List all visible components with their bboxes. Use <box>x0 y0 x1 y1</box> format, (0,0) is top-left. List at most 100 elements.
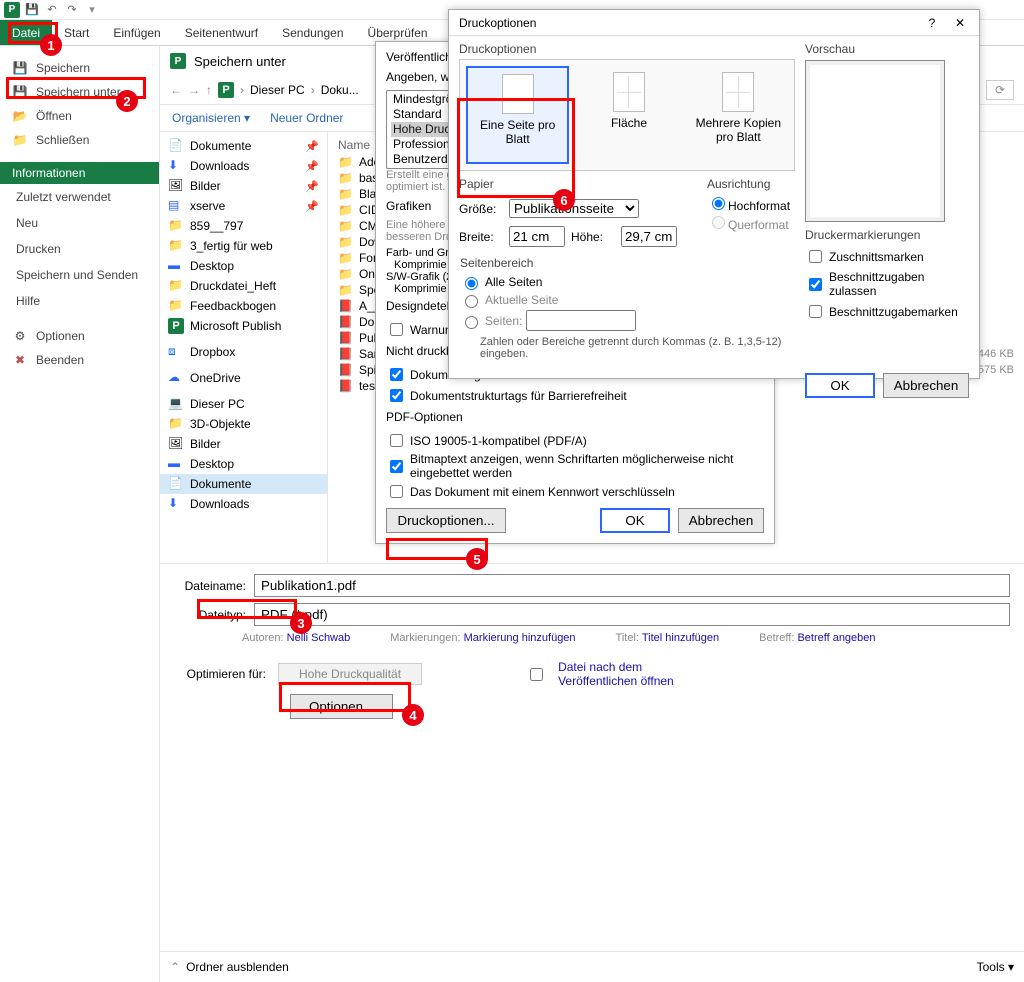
qa-item[interactable]: ▬Desktop <box>160 454 327 474</box>
encrypt-checkbox[interactable] <box>390 485 403 498</box>
qa-item[interactable]: 🖼Bilder <box>160 434 327 454</box>
tab-datei[interactable]: Datei <box>0 20 52 45</box>
qat-dropdown-icon[interactable]: ▾ <box>84 2 100 18</box>
tools-menu[interactable]: Tools ▾ <box>977 960 1014 974</box>
portrait-radio[interactable] <box>712 197 725 210</box>
qa-item[interactable]: 📄Dokumente <box>160 474 327 494</box>
qa-item[interactable]: 📁859__797 <box>160 216 327 236</box>
cancel-button[interactable]: Abbrechen <box>883 373 969 398</box>
author-link[interactable]: Nelli Schwab <box>287 632 351 644</box>
saveas-icon: 💾 <box>12 84 28 100</box>
exit-icon: ✖ <box>12 352 28 368</box>
pages-input[interactable] <box>526 310 636 331</box>
fm-drucken[interactable]: Drucken <box>0 236 159 262</box>
undo-icon[interactable]: ↶ <box>44 2 60 18</box>
fm-senden[interactable]: Speichern und Senden <box>0 262 159 288</box>
qa-item[interactable]: ⬇Downloads📌 <box>160 156 327 176</box>
qa-item[interactable]: ☁OneDrive <box>160 368 327 388</box>
fm-schliessen[interactable]: 📁Schließen <box>0 128 159 152</box>
crumb-folder[interactable]: Doku... <box>321 83 359 97</box>
fm-speichern-unter[interactable]: 💾Speichern unter <box>0 80 159 104</box>
all-pages-radio[interactable] <box>465 277 478 290</box>
crumb-pc[interactable]: Dieser PC <box>250 83 305 97</box>
cancel-button[interactable]: Abbrechen <box>678 508 764 533</box>
ok-button[interactable]: OK <box>805 373 875 398</box>
orientation-label: Ausrichtung <box>707 177 790 191</box>
filename-input[interactable] <box>254 574 1010 597</box>
docprops-checkbox[interactable] <box>390 368 403 381</box>
printer-marks-label: Druckermarkierungen <box>805 228 969 242</box>
fm-beenden[interactable]: ✖Beenden <box>0 348 159 372</box>
filetype-select[interactable] <box>254 603 1010 626</box>
quick-access-list[interactable]: 📄Dokumente📌 ⬇Downloads📌 🖼Bilder📌 ▤xserve… <box>160 132 328 563</box>
width-input[interactable] <box>509 226 565 247</box>
iso-checkbox[interactable] <box>390 434 403 447</box>
print-options-dialog: Druckoptionen ? ✕ Druckoptionen Eine Sei… <box>448 9 980 379</box>
save-icon[interactable]: 💾 <box>24 2 40 18</box>
fm-neu[interactable]: Neu <box>0 210 159 236</box>
qa-item[interactable]: ▬Desktop <box>160 256 327 276</box>
height-input[interactable] <box>621 226 677 247</box>
quality-list[interactable]: Mindestgröße Standard Hohe Druckq Profes… <box>386 90 456 169</box>
qa-item[interactable]: 💻Dieser PC <box>160 394 327 414</box>
nav-back-icon[interactable]: ← <box>170 83 182 97</box>
help-icon[interactable]: ? <box>923 16 941 30</box>
ok-button[interactable]: OK <box>600 508 670 533</box>
bitmap-checkbox[interactable] <box>390 460 403 473</box>
bleed-allow-checkbox[interactable] <box>809 278 822 291</box>
fm-hilfe[interactable]: Hilfe <box>0 288 159 314</box>
save-icon: 💾 <box>12 60 28 76</box>
qa-item[interactable]: 🖼Bilder📌 <box>160 176 327 196</box>
preview-pane <box>805 60 945 222</box>
paper-size-select[interactable]: Publikationsseite <box>509 199 639 218</box>
qa-item[interactable]: 📄Dokumente📌 <box>160 136 327 156</box>
fm-informationen[interactable]: Informationen <box>0 162 159 184</box>
bleed-marks-checkbox[interactable] <box>809 305 822 318</box>
tags-link[interactable]: Markierung hinzufügen <box>464 632 576 644</box>
doctags-checkbox[interactable] <box>390 389 403 402</box>
save-bottom-panel: Dateiname: Dateityp: Autoren: Nelli Schw… <box>160 564 1024 729</box>
subject-link[interactable]: Betreff angeben <box>797 632 875 644</box>
preview-label: Vorschau <box>805 42 969 56</box>
tab-sendungen[interactable]: Sendungen <box>270 20 355 45</box>
qa-item[interactable]: 📁3_fertig für web <box>160 236 327 256</box>
qa-item[interactable]: ⬇Downloads <box>160 494 327 514</box>
qa-item[interactable]: PMicrosoft Publish <box>160 316 327 336</box>
qa-item[interactable]: ▤xserve📌 <box>160 196 327 216</box>
file-menu-pane: 💾Speichern 💾Speichern unter 📂Öffnen 📁Sch… <box>0 46 160 982</box>
drive-icon: P <box>218 82 234 98</box>
crop-marks-checkbox[interactable] <box>809 250 822 263</box>
new-folder-button[interactable]: Neuer Ordner <box>270 111 343 125</box>
qa-item[interactable]: 📁3D-Objekte <box>160 414 327 434</box>
title-link[interactable]: Titel hinzufügen <box>642 632 719 644</box>
organize-menu[interactable]: Organisieren ▾ <box>172 111 250 125</box>
tab-einfuegen[interactable]: Einfügen <box>101 20 172 45</box>
close-icon: 📁 <box>12 132 28 148</box>
tile-tiled[interactable]: Fläche <box>579 66 678 164</box>
pages-radio[interactable] <box>465 316 478 329</box>
print-options-button[interactable]: Druckoptionen... <box>386 508 506 533</box>
publisher-app-icon: P <box>170 53 186 69</box>
nav-fwd-icon[interactable]: → <box>188 83 200 97</box>
qa-item[interactable]: 📁Druckdatei_Heft <box>160 276 327 296</box>
close-icon[interactable]: ✕ <box>951 16 969 30</box>
fm-speichern[interactable]: 💾Speichern <box>0 56 159 80</box>
open-after-checkbox[interactable] <box>530 668 543 681</box>
nav-up-icon[interactable]: ↑ <box>206 83 212 97</box>
qa-item[interactable]: ⧈Dropbox <box>160 342 327 362</box>
qa-item[interactable]: 📁Feedbackbogen <box>160 296 327 316</box>
fm-oeffnen[interactable]: 📂Öffnen <box>0 104 159 128</box>
redo-icon[interactable]: ↷ <box>64 2 80 18</box>
tile-one-per-sheet[interactable]: Eine Seite pro Blatt <box>466 66 569 164</box>
current-page-radio[interactable] <box>465 295 478 308</box>
refresh-icon[interactable]: ⟳ <box>986 80 1014 100</box>
hide-folders-toggle[interactable]: ⌃Ordner ausblenden <box>170 960 289 974</box>
fm-optionen[interactable]: ⚙Optionen <box>0 324 159 348</box>
options-button[interactable]: Optionen... <box>290 694 393 719</box>
tab-start[interactable]: Start <box>52 20 101 45</box>
tab-seitenentwurf[interactable]: Seitenentwurf <box>173 20 270 45</box>
warnings-checkbox[interactable] <box>390 323 403 336</box>
publisher-app-icon: P <box>4 2 20 18</box>
tile-multicopy[interactable]: Mehrere Kopien pro Blatt <box>689 66 788 164</box>
fm-zuletzt[interactable]: Zuletzt verwendet <box>0 184 159 210</box>
